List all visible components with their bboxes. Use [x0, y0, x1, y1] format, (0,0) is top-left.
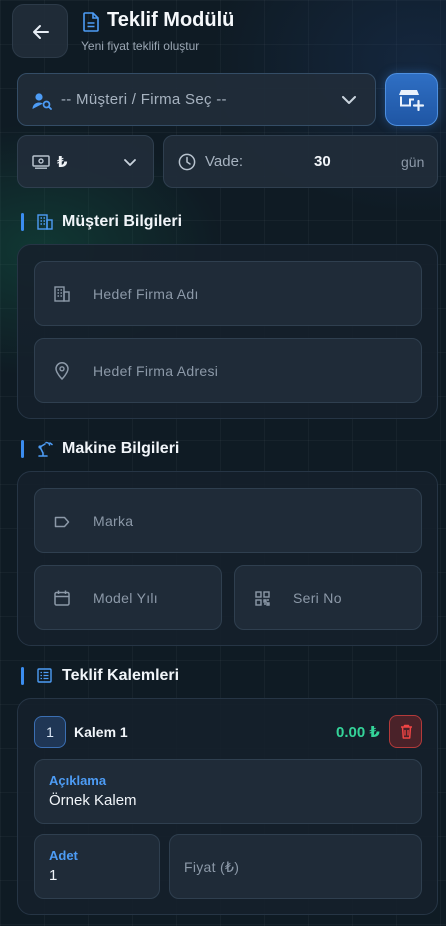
page-subtitle: Yeni fiyat teklifi oluştur: [81, 39, 200, 53]
serial-number-placeholder: Seri No: [293, 590, 342, 606]
clock-icon: [178, 153, 196, 171]
delete-item-button[interactable]: [389, 715, 422, 748]
list-icon: [37, 668, 52, 683]
machine-info-card: Marka Model Yılı Seri No: [17, 471, 438, 646]
location-pin-icon: [55, 362, 69, 380]
calendar-icon: [54, 590, 70, 606]
item-title: Kalem 1: [74, 724, 128, 740]
tag-icon: [54, 516, 70, 528]
item-description-label: Açıklama: [49, 773, 107, 788]
arrow-left-icon: [33, 25, 49, 39]
chevron-down-icon: [124, 159, 136, 166]
currency-select[interactable]: ₺: [17, 135, 154, 188]
item-total: 0.00 ₺: [336, 724, 380, 741]
term-field[interactable]: Vade: 30 gün: [163, 135, 438, 188]
company-name-placeholder: Hedef Firma Adı: [93, 286, 199, 302]
section-title-customer: Müşteri Bilgileri: [62, 213, 183, 230]
term-label: Vade:: [205, 153, 244, 170]
section-accent-bar: [21, 213, 24, 231]
company-name-input[interactable]: Hedef Firma Adı: [34, 261, 422, 326]
trash-icon: [401, 724, 412, 739]
item-index-badge: 1: [34, 716, 66, 748]
section-title-items: Teklif Kalemleri: [62, 667, 180, 684]
quote-item-card: 1 Kalem 1 0.00 ₺ Açıklama Örnek Kalem Ad…: [17, 698, 438, 915]
building-icon: [54, 286, 70, 302]
chevron-down-icon: [342, 96, 356, 104]
model-year-placeholder: Model Yılı: [93, 590, 158, 606]
item-quantity-label: Adet: [49, 848, 78, 863]
qr-code-icon: [255, 591, 270, 606]
item-description-value: Örnek Kalem: [49, 792, 137, 809]
company-address-placeholder: Hedef Firma Adresi: [93, 363, 219, 379]
model-year-input[interactable]: Model Yılı: [34, 565, 222, 630]
item-quantity-input[interactable]: Adet 1: [34, 834, 160, 899]
customer-select[interactable]: -- Müşteri / Firma Seç --: [17, 73, 376, 126]
customer-info-card: Hedef Firma Adı Hedef Firma Adresi: [17, 244, 438, 419]
store-add-icon: [399, 90, 425, 111]
building-icon: [37, 214, 53, 230]
page-title: Teklif Modülü: [107, 9, 235, 31]
item-price-placeholder: Fiyat (₺): [184, 859, 240, 875]
serial-number-input[interactable]: Seri No: [234, 565, 422, 630]
item-quantity-value: 1: [49, 867, 58, 884]
term-value[interactable]: 30: [314, 153, 331, 170]
section-title-machine: Makine Bilgileri: [62, 440, 180, 457]
item-price-input[interactable]: Fiyat (₺): [169, 834, 422, 899]
cash-icon: [32, 155, 50, 169]
currency-value: ₺: [57, 154, 68, 171]
robot-arm-icon: [38, 441, 53, 457]
item-description-input[interactable]: Açıklama Örnek Kalem: [34, 759, 422, 824]
item-index: 1: [46, 724, 54, 740]
company-address-input[interactable]: Hedef Firma Adresi: [34, 338, 422, 403]
brand-placeholder: Marka: [93, 513, 134, 529]
customer-select-value: -- Müşteri / Firma Seç --: [61, 91, 227, 108]
document-icon: [83, 12, 99, 32]
add-company-button[interactable]: [385, 73, 438, 126]
back-button[interactable]: [12, 4, 68, 58]
user-search-icon: [32, 93, 52, 110]
term-unit: gün: [401, 154, 425, 170]
brand-input[interactable]: Marka: [34, 488, 422, 553]
section-accent-bar: [21, 667, 24, 685]
section-accent-bar: [21, 440, 24, 458]
